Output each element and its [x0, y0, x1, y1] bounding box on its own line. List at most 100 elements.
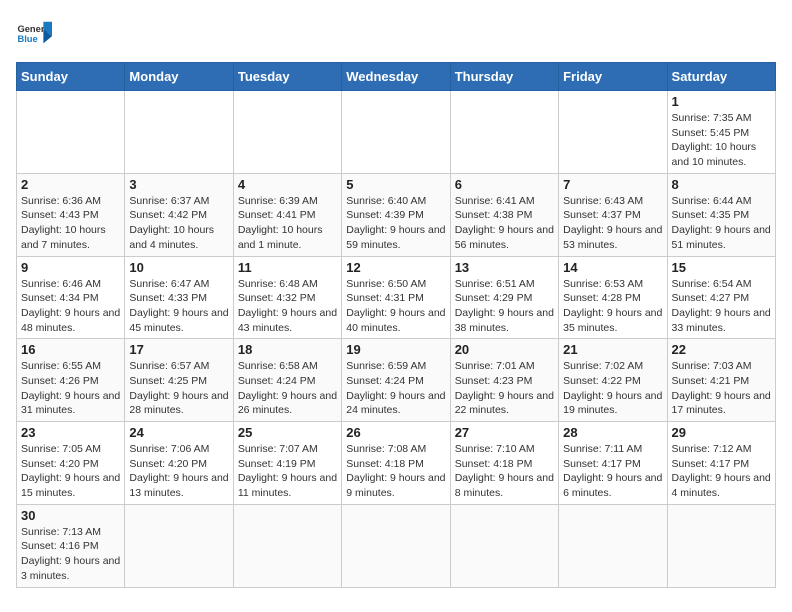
day-number: 17: [129, 342, 228, 357]
day-number: 13: [455, 260, 554, 275]
calendar-week-row: 2 Sunrise: 6:36 AM Sunset: 4:43 PM Daylig…: [17, 173, 776, 256]
day-number: 12: [346, 260, 445, 275]
day-number: 15: [672, 260, 771, 275]
day-info: Sunrise: 6:53 AM Sunset: 4:28 PM Dayligh…: [563, 277, 662, 336]
calendar-cell: [125, 504, 233, 587]
calendar-cell: 19 Sunrise: 6:59 AM Sunset: 4:24 PM Dayli…: [342, 339, 450, 422]
calendar-week-row: 1 Sunrise: 7:35 AM Sunset: 5:45 PM Daylig…: [17, 91, 776, 174]
day-number: 9: [21, 260, 120, 275]
day-info: Sunrise: 7:05 AM Sunset: 4:20 PM Dayligh…: [21, 442, 120, 501]
day-info: Sunrise: 6:48 AM Sunset: 4:32 PM Dayligh…: [238, 277, 337, 336]
calendar-cell: [450, 91, 558, 174]
calendar-cell: 21Sunrise: 7:02 AM Sunset: 4:22 PM Dayli…: [559, 339, 667, 422]
calendar-cell: 25 Sunrise: 7:07 AM Sunset: 4:19 PM Dayli…: [233, 422, 341, 505]
calendar-cell: 23 Sunrise: 7:05 AM Sunset: 4:20 PM Dayli…: [17, 422, 125, 505]
calendar-cell: 4 Sunrise: 6:39 AM Sunset: 4:41 PM Daylig…: [233, 173, 341, 256]
weekday-header: Sunday: [17, 63, 125, 91]
calendar-cell: 18Sunrise: 6:58 AM Sunset: 4:24 PM Dayli…: [233, 339, 341, 422]
day-number: 19: [346, 342, 445, 357]
day-number: 1: [672, 94, 771, 109]
weekday-header: Monday: [125, 63, 233, 91]
day-number: 27: [455, 425, 554, 440]
logo-icon: General Blue: [16, 16, 52, 52]
calendar-cell: 30 Sunrise: 7:13 AM Sunset: 4:16 PM Dayli…: [17, 504, 125, 587]
day-info: Sunrise: 6:59 AM Sunset: 4:24 PM Dayligh…: [346, 359, 445, 418]
calendar-cell: 28 Sunrise: 7:11 AM Sunset: 4:17 PM Dayli…: [559, 422, 667, 505]
day-info: Sunrise: 6:46 AM Sunset: 4:34 PM Dayligh…: [21, 277, 120, 336]
day-info: Sunrise: 6:57 AM Sunset: 4:25 PM Dayligh…: [129, 359, 228, 418]
calendar-week-row: 30 Sunrise: 7:13 AM Sunset: 4:16 PM Dayli…: [17, 504, 776, 587]
calendar-cell: [342, 504, 450, 587]
calendar-cell: 7Sunrise: 6:43 AM Sunset: 4:37 PM Daylig…: [559, 173, 667, 256]
weekday-header: Wednesday: [342, 63, 450, 91]
day-number: 4: [238, 177, 337, 192]
day-info: Sunrise: 6:58 AM Sunset: 4:24 PM Dayligh…: [238, 359, 337, 418]
day-info: Sunrise: 7:07 AM Sunset: 4:19 PM Dayligh…: [238, 442, 337, 501]
calendar-cell: 22 Sunrise: 7:03 AM Sunset: 4:21 PM Dayli…: [667, 339, 775, 422]
day-info: Sunrise: 6:55 AM Sunset: 4:26 PM Dayligh…: [21, 359, 120, 418]
calendar-cell: 5 Sunrise: 6:40 AM Sunset: 4:39 PM Daylig…: [342, 173, 450, 256]
day-info: Sunrise: 7:03 AM Sunset: 4:21 PM Dayligh…: [672, 359, 771, 418]
day-number: 5: [346, 177, 445, 192]
day-info: Sunrise: 7:08 AM Sunset: 4:18 PM Dayligh…: [346, 442, 445, 501]
calendar-cell: 17 Sunrise: 6:57 AM Sunset: 4:25 PM Dayli…: [125, 339, 233, 422]
day-info: Sunrise: 6:36 AM Sunset: 4:43 PM Dayligh…: [21, 194, 120, 253]
calendar-cell: 15 Sunrise: 6:54 AM Sunset: 4:27 PM Dayli…: [667, 256, 775, 339]
calendar-cell: 3 Sunrise: 6:37 AM Sunset: 4:42 PM Daylig…: [125, 173, 233, 256]
calendar-cell: [450, 504, 558, 587]
day-number: 30: [21, 508, 120, 523]
day-number: 2: [21, 177, 120, 192]
calendar-cell: [342, 91, 450, 174]
day-info: Sunrise: 7:13 AM Sunset: 4:16 PM Dayligh…: [21, 525, 120, 584]
day-info: Sunrise: 6:40 AM Sunset: 4:39 PM Dayligh…: [346, 194, 445, 253]
day-info: Sunrise: 7:35 AM Sunset: 5:45 PM Dayligh…: [672, 111, 771, 170]
day-number: 28: [563, 425, 662, 440]
day-info: Sunrise: 6:39 AM Sunset: 4:41 PM Dayligh…: [238, 194, 337, 253]
calendar-cell: 26 Sunrise: 7:08 AM Sunset: 4:18 PM Dayli…: [342, 422, 450, 505]
weekday-header-row: SundayMondayTuesdayWednesdayThursdayFrid…: [17, 63, 776, 91]
calendar-cell: [559, 504, 667, 587]
day-info: Sunrise: 7:10 AM Sunset: 4:18 PM Dayligh…: [455, 442, 554, 501]
calendar-table: SundayMondayTuesdayWednesdayThursdayFrid…: [16, 62, 776, 588]
day-number: 10: [129, 260, 228, 275]
day-info: Sunrise: 6:37 AM Sunset: 4:42 PM Dayligh…: [129, 194, 228, 253]
day-number: 25: [238, 425, 337, 440]
day-info: Sunrise: 6:50 AM Sunset: 4:31 PM Dayligh…: [346, 277, 445, 336]
calendar-cell: [125, 91, 233, 174]
calendar-cell: 24Sunrise: 7:06 AM Sunset: 4:20 PM Dayli…: [125, 422, 233, 505]
day-number: 16: [21, 342, 120, 357]
calendar-cell: 27 Sunrise: 7:10 AM Sunset: 4:18 PM Dayli…: [450, 422, 558, 505]
day-number: 20: [455, 342, 554, 357]
calendar-week-row: 9 Sunrise: 6:46 AM Sunset: 4:34 PM Daylig…: [17, 256, 776, 339]
calendar-cell: 9 Sunrise: 6:46 AM Sunset: 4:34 PM Daylig…: [17, 256, 125, 339]
day-number: 11: [238, 260, 337, 275]
day-number: 14: [563, 260, 662, 275]
calendar-cell: [17, 91, 125, 174]
calendar-cell: 16 Sunrise: 6:55 AM Sunset: 4:26 PM Dayli…: [17, 339, 125, 422]
day-number: 29: [672, 425, 771, 440]
calendar-cell: 14 Sunrise: 6:53 AM Sunset: 4:28 PM Dayli…: [559, 256, 667, 339]
day-info: Sunrise: 6:47 AM Sunset: 4:33 PM Dayligh…: [129, 277, 228, 336]
calendar-cell: 13 Sunrise: 6:51 AM Sunset: 4:29 PM Dayli…: [450, 256, 558, 339]
day-number: 7: [563, 177, 662, 192]
calendar-cell: [233, 504, 341, 587]
day-number: 3: [129, 177, 228, 192]
weekday-header: Tuesday: [233, 63, 341, 91]
day-info: Sunrise: 6:44 AM Sunset: 4:35 PM Dayligh…: [672, 194, 771, 253]
weekday-header: Thursday: [450, 63, 558, 91]
day-number: 26: [346, 425, 445, 440]
calendar-cell: [559, 91, 667, 174]
calendar-cell: 11 Sunrise: 6:48 AM Sunset: 4:32 PM Dayli…: [233, 256, 341, 339]
day-info: Sunrise: 6:41 AM Sunset: 4:38 PM Dayligh…: [455, 194, 554, 253]
day-number: 23: [21, 425, 120, 440]
day-info: Sunrise: 6:54 AM Sunset: 4:27 PM Dayligh…: [672, 277, 771, 336]
day-info: Sunrise: 7:11 AM Sunset: 4:17 PM Dayligh…: [563, 442, 662, 501]
day-info: Sunrise: 6:51 AM Sunset: 4:29 PM Dayligh…: [455, 277, 554, 336]
day-number: 21: [563, 342, 662, 357]
logo: General Blue: [16, 16, 52, 52]
day-number: 22: [672, 342, 771, 357]
calendar-cell: [233, 91, 341, 174]
calendar-cell: 8Sunrise: 6:44 AM Sunset: 4:35 PM Daylig…: [667, 173, 775, 256]
day-number: 6: [455, 177, 554, 192]
calendar-cell: 20Sunrise: 7:01 AM Sunset: 4:23 PM Dayli…: [450, 339, 558, 422]
